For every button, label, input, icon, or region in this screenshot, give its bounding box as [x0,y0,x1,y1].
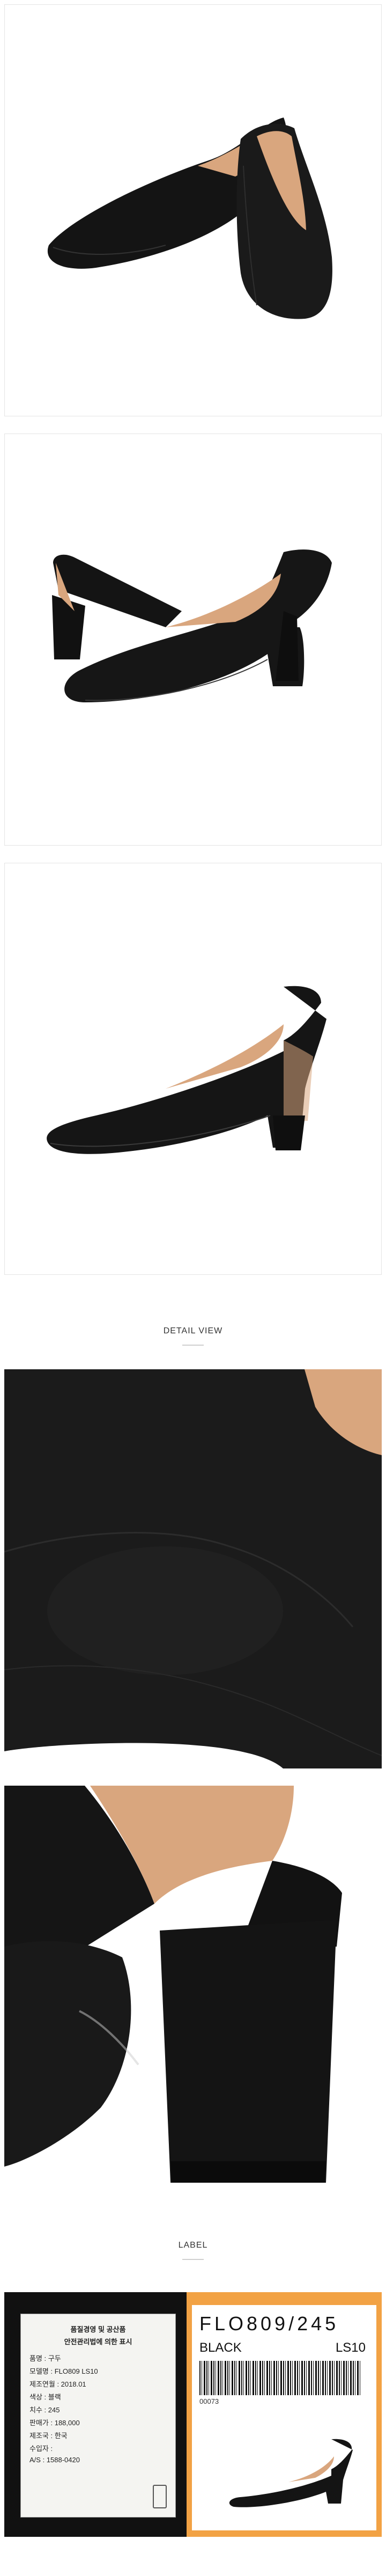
care-label-line: 제조국 : 한국 [29,2432,68,2440]
product-photo-pair-side [4,434,382,846]
section-heading-detail: DETAIL VIEW [163,1326,223,1335]
heel-closeup-illustration [4,1786,382,2193]
care-label-line: A/S : 1588-0420 [29,2456,80,2464]
care-label-line: 모델명 : FLO809 LS10 [29,2367,98,2375]
shoe-pair-illustration [47,118,332,319]
detail-photo-toe [4,1369,382,1768]
section-divider-label [182,2259,204,2260]
care-label-line: 치수 : 245 [29,2406,60,2414]
cert-mark-icon [153,2485,167,2508]
care-label-line: 품명 : 구두 [29,2354,61,2362]
size-sticker: FLO809/245 BLACK LS10 00073 [187,2292,382,2537]
sticker-color: BLACK [199,2340,242,2355]
shoe-pair-side-illustration [52,549,332,702]
label-photo: 품질경영 및 공산품 안전관리법에 의한 표시 품명 : 구두 모델명 : FL… [4,2292,382,2537]
care-label-line: 판매가 : 188,000 [29,2419,80,2427]
section-divider [182,1345,204,1346]
care-label-line: 제조연월 : 2018.01 [29,2380,86,2388]
barcode-number: 00073 [199,2397,219,2405]
sticker-white-area: FLO809/245 BLACK LS10 00073 [192,2305,376,2530]
barcode-icon [199,2361,360,2395]
product-photo-pair-top [4,4,382,416]
care-label-line: 색상 : 블랙 [29,2393,61,2401]
detail-photo-heel [4,1786,382,2193]
care-label-line: 품질경영 및 공산품 [70,2325,126,2333]
section-heading-label: LABEL [178,2241,208,2250]
toe-closeup-illustration [4,1369,382,1768]
single-shoe-illustration [47,986,326,1154]
care-label: 품질경영 및 공산품 안전관리법에 의한 표시 품명 : 구두 모델명 : FL… [20,2314,176,2518]
sticker-product-code: FLO809/245 [199,2313,339,2335]
shoe-thumbnail-icon [229,2439,353,2507]
care-label-line: 안전관리법에 의한 표시 [64,2338,132,2346]
sticker-size-code: LS10 [335,2340,366,2355]
care-label-line: 수입자 : [29,2445,53,2453]
product-photo-single-side [4,863,382,1275]
